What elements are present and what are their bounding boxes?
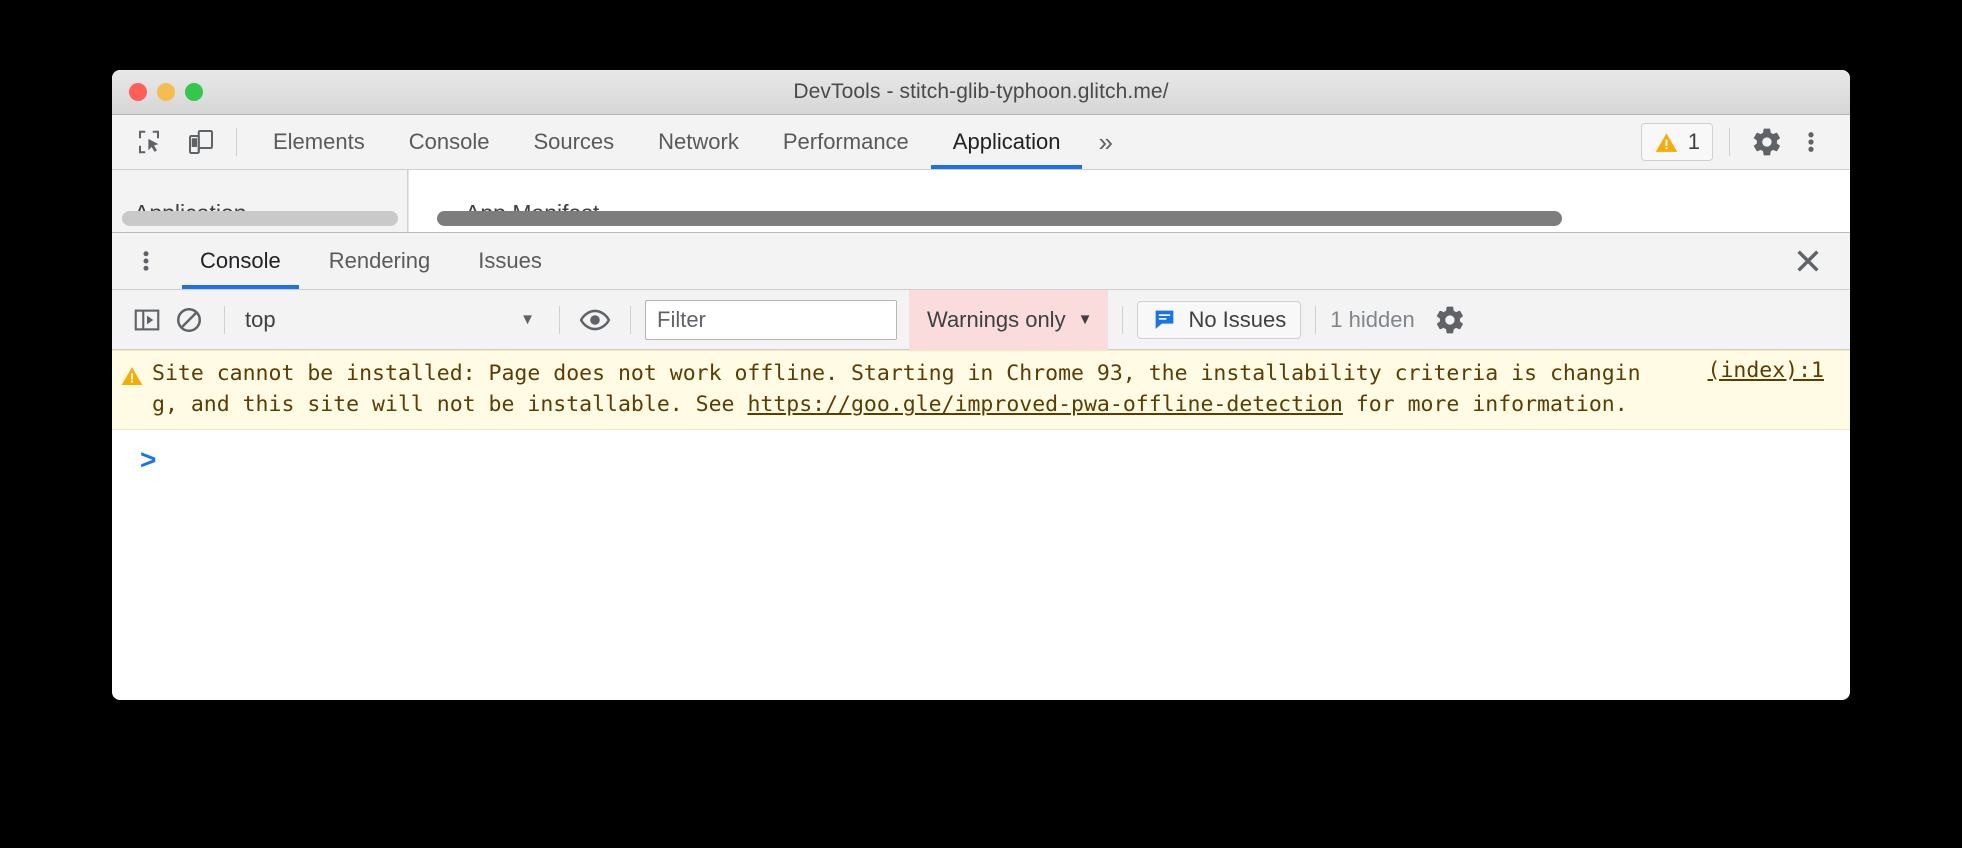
console-hidden-messages-label: 1 hidden	[1330, 306, 1415, 332]
chevron-down-icon: ▼	[520, 311, 535, 328]
kebab-menu-icon	[1808, 132, 1814, 152]
tab-console[interactable]: Console	[387, 115, 512, 169]
console-prompt-chevron-icon: >	[140, 444, 157, 475]
toolbar-right-icons: 1	[1640, 115, 1850, 169]
toolbar-divider	[236, 128, 237, 156]
console-sidebar-toggle-button[interactable]	[126, 299, 168, 341]
console-message-source-link[interactable]: (index):1	[1708, 358, 1825, 383]
warning-triangle-icon	[1655, 132, 1677, 152]
panel-tabs: Elements Console Sources Network Perform…	[251, 115, 1129, 169]
kebab-menu-icon	[143, 251, 149, 271]
chevron-down-icon: ▼	[1077, 311, 1093, 328]
inspect-element-button[interactable]	[128, 121, 170, 163]
console-sidebar-icon	[134, 309, 160, 330]
message-level-icon-wrap	[112, 358, 152, 420]
console-toolbar-divider-3	[630, 305, 631, 334]
warning-triangle-icon	[121, 367, 143, 385]
console-issues-button[interactable]: No Issues	[1137, 300, 1302, 339]
console-context-selector[interactable]: top ▼	[245, 307, 545, 333]
close-drawer-button[interactable]	[1792, 233, 1850, 289]
tab-application[interactable]: Application	[930, 115, 1083, 169]
tab-performance[interactable]: Performance	[761, 115, 931, 169]
toggle-device-toolbar-button[interactable]	[180, 121, 222, 163]
warning-count-badge[interactable]: 1	[1640, 123, 1713, 161]
console-message-list: Site cannot be installed: Page does not …	[112, 350, 1850, 582]
message-text-after-link: for more information.	[1342, 392, 1628, 417]
console-toolbar-divider-1	[224, 305, 225, 334]
eye-icon	[579, 309, 611, 330]
minimize-window-button[interactable]	[157, 83, 175, 101]
drawer-more-tools-button[interactable]	[112, 233, 176, 289]
screenshot-root: DevTools - stitch-glib-typhoon.glitch.me…	[0, 0, 1962, 848]
console-log-level-value: Warnings only	[927, 306, 1066, 332]
clear-console-button[interactable]	[168, 299, 210, 341]
inspect-element-icon	[139, 130, 159, 154]
console-message-text: Site cannot be installed: Page does not …	[152, 358, 1652, 420]
sidebar-horizontal-scrollbar[interactable]	[122, 211, 398, 226]
tab-elements[interactable]: Elements	[251, 115, 387, 169]
drawer-tab-issues[interactable]: Issues	[460, 233, 560, 289]
issues-speech-bubble-icon	[1156, 310, 1174, 329]
devtools-settings-button[interactable]	[1746, 121, 1788, 163]
console-prompt-row[interactable]: >	[112, 430, 1850, 474]
application-content-peek[interactable]: App Manifest	[408, 170, 1850, 232]
close-window-button[interactable]	[129, 83, 147, 101]
drawer-tab-rendering[interactable]: Rendering	[311, 233, 449, 289]
window-title-bar: DevTools - stitch-glib-typhoon.glitch.me…	[112, 70, 1850, 115]
warning-count-label: 1	[1687, 129, 1700, 154]
devtools-drawer: Console Rendering Issues top ▼ Filter Wa…	[112, 232, 1850, 582]
console-log-level-selector[interactable]: Warnings only ▼	[909, 289, 1109, 350]
gear-icon	[1753, 128, 1780, 156]
window-title: DevTools - stitch-glib-typhoon.glitch.me…	[793, 80, 1169, 103]
console-toolbar-divider-5	[1315, 305, 1317, 334]
application-sidebar-peek[interactable]: Application	[112, 170, 408, 232]
drawer-tab-bar: Console Rendering Issues	[112, 232, 1850, 290]
clear-console-icon	[176, 307, 202, 332]
devtools-more-options-button[interactable]	[1790, 121, 1832, 163]
gear-icon	[1436, 306, 1463, 333]
console-filter-input[interactable]	[645, 299, 897, 340]
drawer-tab-console[interactable]: Console	[182, 233, 299, 289]
devtools-main-toolbar: Elements Console Sources Network Perform…	[112, 115, 1850, 170]
message-link[interactable]: https://goo.gle/improved-pwa-offline-det…	[747, 392, 1342, 417]
toolbar-left-icons	[112, 115, 222, 169]
console-filter-toolbar: top ▼ Warnings only ▼	[112, 289, 1850, 350]
console-toolbar-divider-4	[1122, 305, 1124, 334]
console-settings-button[interactable]	[1429, 299, 1471, 341]
device-toolbar-icon	[189, 130, 213, 155]
traffic-lights	[129, 83, 203, 101]
tab-network[interactable]: Network	[636, 115, 761, 169]
content-horizontal-scrollbar[interactable]	[437, 211, 1562, 226]
more-panels-button[interactable]: »	[1082, 115, 1128, 169]
application-panel-peek: Application App Manifest	[112, 170, 1850, 232]
devtools-window: DevTools - stitch-glib-typhoon.glitch.me…	[112, 70, 1850, 700]
toolbar-right-divider	[1729, 128, 1730, 156]
console-issues-label: No Issues	[1188, 306, 1287, 332]
tab-sources[interactable]: Sources	[511, 115, 636, 169]
close-icon	[1797, 250, 1819, 272]
console-warning-message[interactable]: Site cannot be installed: Page does not …	[112, 350, 1850, 430]
create-live-expression-button[interactable]	[574, 299, 616, 341]
console-toolbar-divider-2	[559, 305, 560, 334]
console-context-value: top	[245, 306, 276, 332]
maximize-window-button[interactable]	[185, 83, 203, 101]
